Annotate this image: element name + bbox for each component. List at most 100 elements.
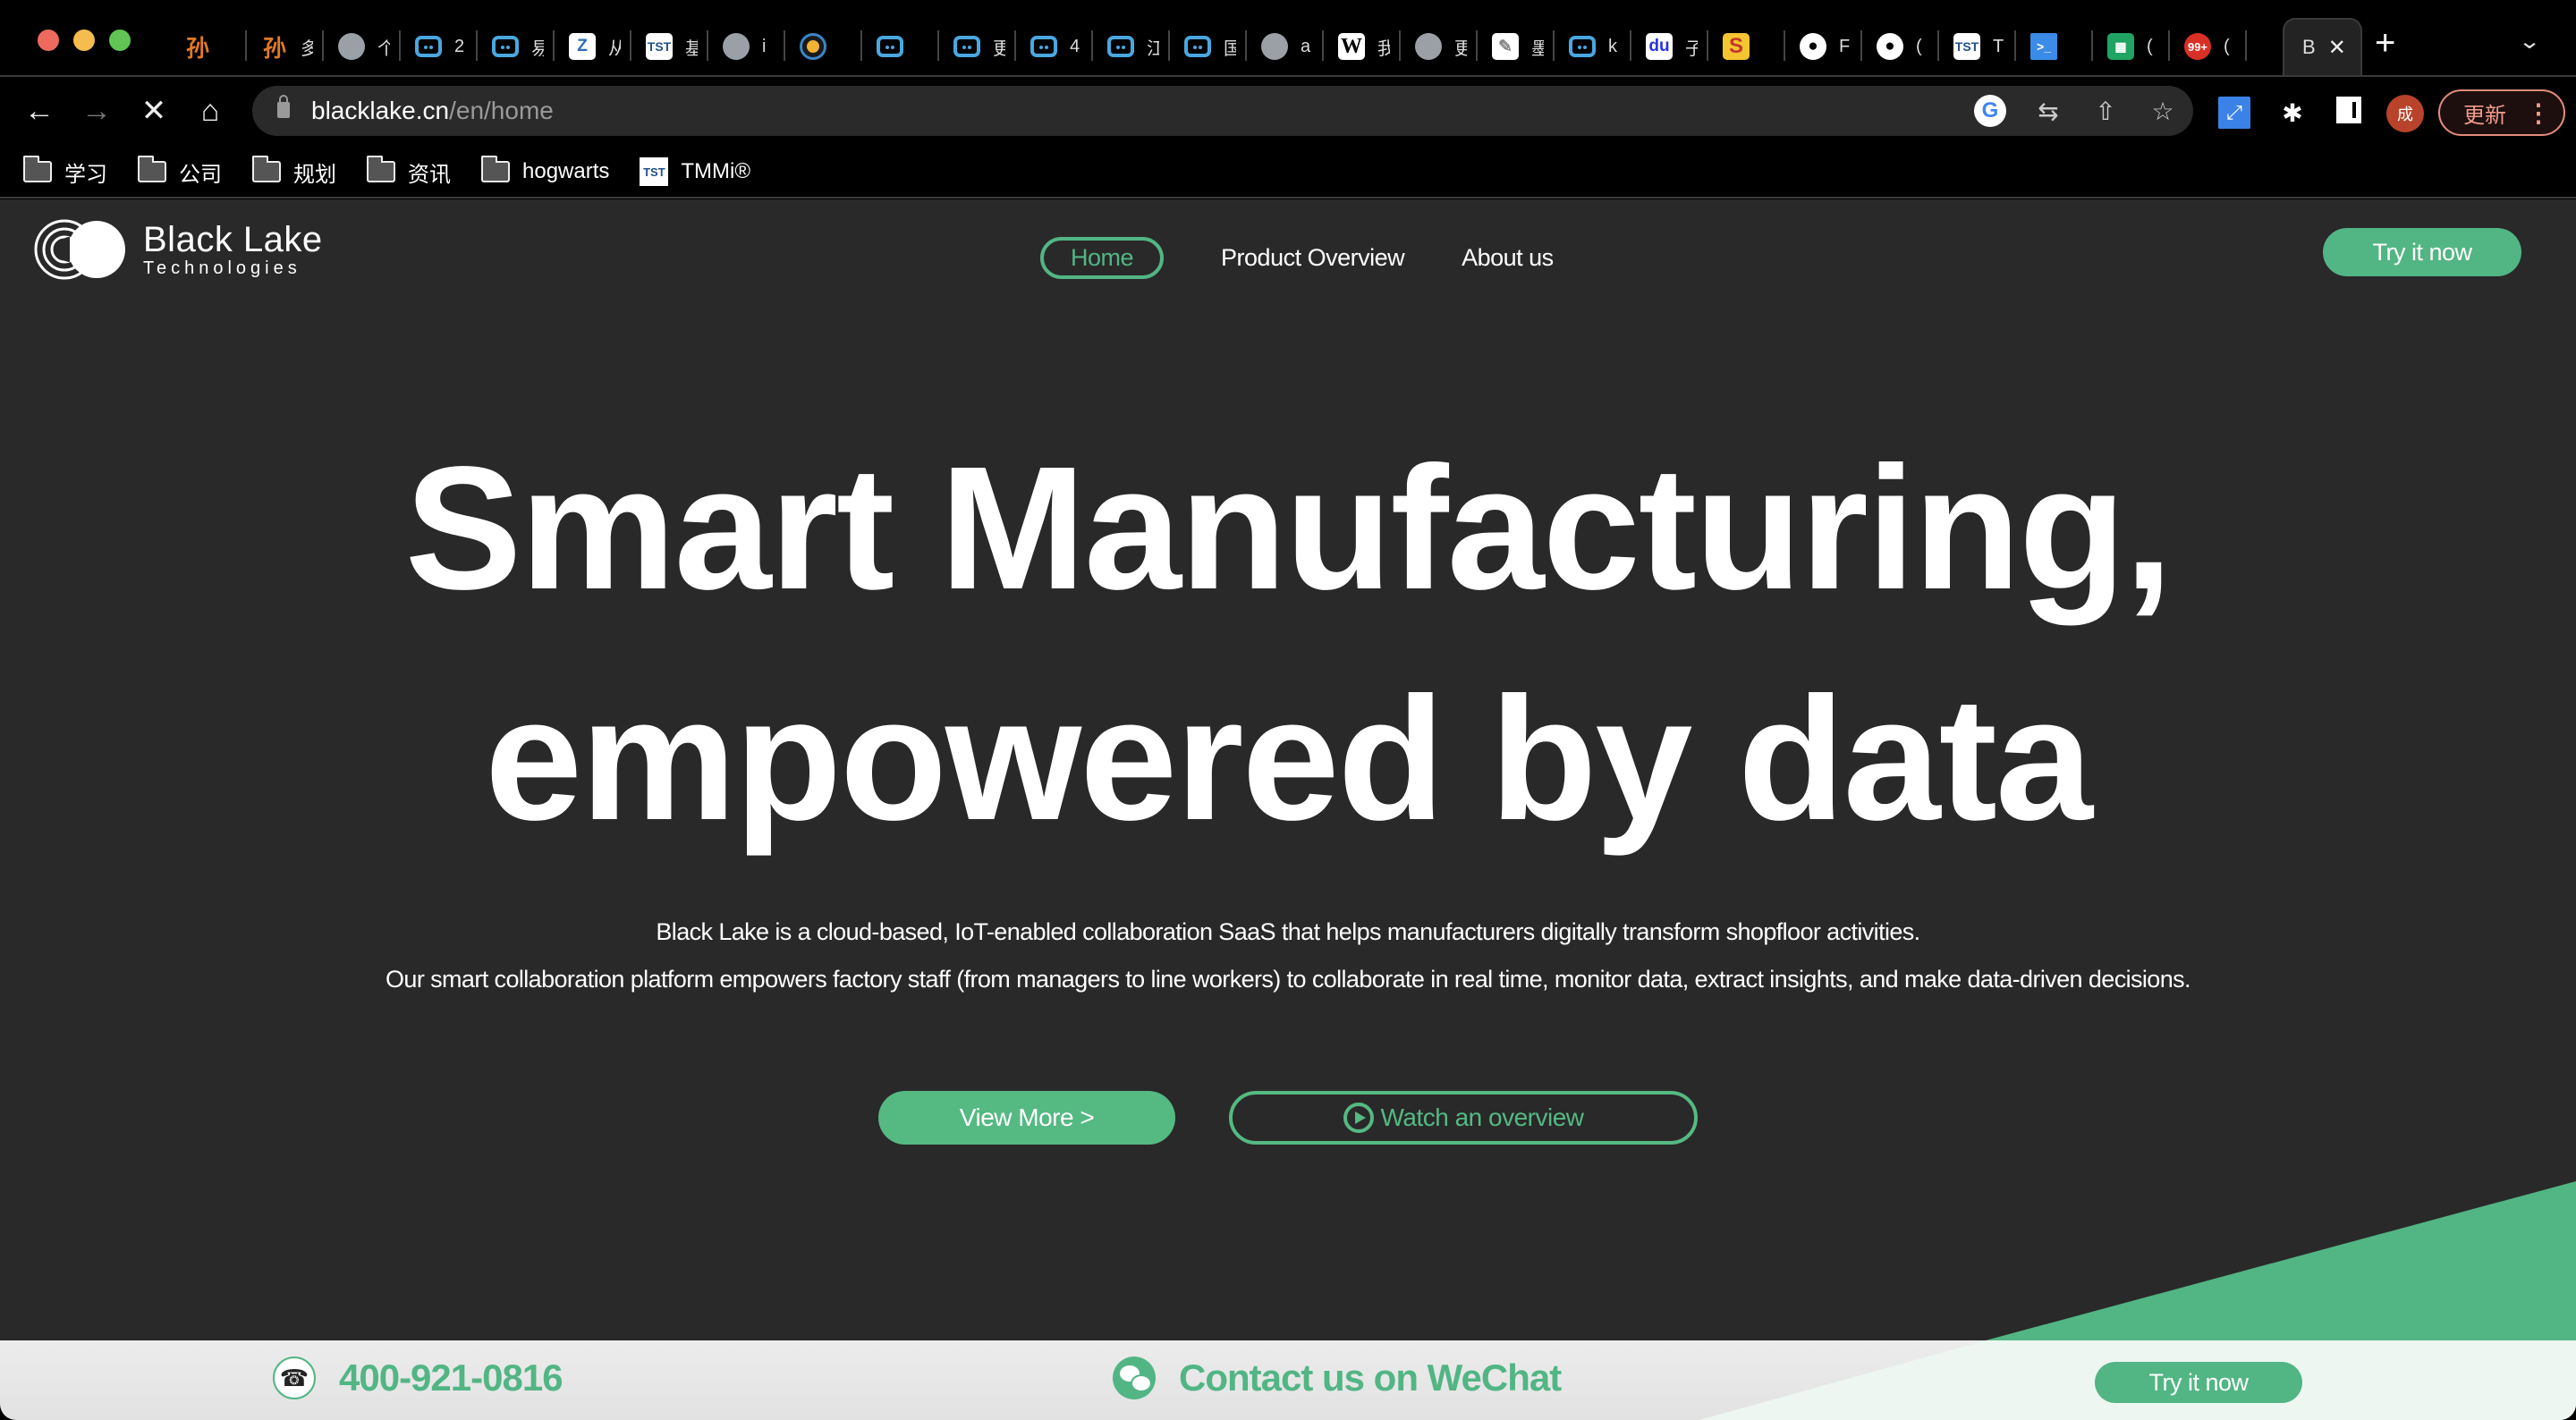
globe-icon [1261,33,1288,60]
tab[interactable]: 易 [478,18,555,75]
bilibili-icon [1107,36,1134,57]
tab[interactable] [785,18,862,75]
black-lake-logo-icon [34,219,125,280]
lock-icon[interactable] [277,95,290,118]
bookmarks-bar: 学习 公司 规划 资讯 hogwarts TST TMMi® [0,147,2576,199]
window-zoom-button[interactable] [109,30,131,51]
tab[interactable]: ✎ 墨 [1478,18,1555,75]
tab[interactable]: du 子 [1631,18,1708,75]
tab[interactable]: S [1708,18,1785,75]
hero-title-line2: empowered by data [485,661,2093,857]
hero-title-line1: Smart Manufacturing, [404,430,2174,626]
tst-icon: TST [640,157,669,186]
wikipedia-icon: W [1338,33,1365,60]
tab[interactable]: i [708,18,785,75]
bookmark-folder[interactable]: 资讯 [367,156,451,188]
tab-list: 孙孙多个 2 易 Z 从 TST 基 i 更 4 江国 a W 我更 ✎ 墨 k du 子 S ● F ●(TST T >_ ▦(… [170,18,2247,75]
hero-description-line1: Black Lake is a cloud-based, IoT-enabled… [656,918,1920,945]
bookmark-folder[interactable]: 规划 [252,156,336,188]
address-bar[interactable]: blacklake.cn/en/home G ⇆ ⇧ ☆ [252,86,2193,136]
wechat-contact-label[interactable]: Contact us on WeChat [1179,1357,1562,1399]
tab[interactable]: TST T [1939,18,2016,75]
window-minimize-button[interactable] [73,30,95,51]
tab-title: ( [1916,36,1922,56]
tab-active[interactable]: B ✕ [2283,18,2362,75]
phone-number[interactable]: 400-921-0816 [339,1357,564,1399]
tab[interactable]: 个 [324,18,401,75]
tab[interactable]: 更 [939,18,1016,75]
tab[interactable]: 孙多 [247,18,324,75]
tab-title: 更 [993,38,1005,59]
tab[interactable]: 孙 [170,18,247,75]
window-close-button[interactable] [38,30,59,51]
tab[interactable]: 江 [1093,18,1170,75]
google-lens-icon[interactable]: G [1974,95,2006,127]
tab[interactable]: a [1247,18,1324,75]
tab[interactable]: 4 [1016,18,1093,75]
tab[interactable]: >_ [2016,18,2093,75]
tab[interactable] [862,18,939,75]
phone-icon: ☎ [273,1357,316,1399]
extensions-puzzle-icon[interactable]: ✱ [2276,97,2309,129]
bookmark-item[interactable]: TST TMMi® [640,157,750,186]
tab[interactable]: 国 [1170,18,1247,75]
view-more-button[interactable]: View More > [878,1091,1175,1145]
tab[interactable]: k [1555,18,1631,75]
zen-icon: Z [569,33,596,60]
tab[interactable]: ▦( [2093,18,2170,75]
tab[interactable]: ● F [1785,18,1862,75]
tab-title: ( [2224,36,2230,56]
folder-icon [252,156,281,182]
side-panel-icon[interactable] [2336,97,2361,123]
baidu-icon: du [1646,33,1673,60]
nav-home[interactable]: Home [1040,237,1165,279]
browser-tab-strip: 孙孙多个 2 易 Z 从 TST 基 i 更 4 江国 a W 我更 ✎ 墨 k du 子 S ● F ●(TST T >_ ▦(… [0,0,2576,75]
home-button[interactable]: ⌂ [192,93,228,129]
bookmark-folder[interactable]: 学习 [23,156,107,188]
watch-overview-label: Watch an overview [1380,1103,1585,1131]
window-resizer-extension-icon[interactable]: ⤢ [2218,97,2250,129]
stop-loading-button[interactable]: ✕ [136,93,172,129]
tab[interactable]: W我 [1324,18,1401,75]
forward-button[interactable]: → [79,93,114,129]
url-path: /en/home [449,97,554,124]
tab-search-chevron-icon[interactable]: ⌄ [2518,29,2541,55]
phone-contact[interactable]: ☎ 400-921-0816 [273,1357,564,1399]
bookmark-folder[interactable]: hogwarts [481,156,609,184]
try-it-now-bottom-button[interactable]: Try it now [2095,1362,2302,1403]
tab-title: 我 [1377,38,1390,59]
tab-title: ( [2147,36,2153,56]
tab-title: 个 [377,38,390,59]
menu-kebab-icon[interactable]: ⋮ [2526,98,2551,128]
try-it-now-button[interactable]: Try it now [2323,228,2521,276]
update-button[interactable]: 更新 ⋮ [2438,89,2565,136]
tab-title: k [1608,36,1617,56]
tab-close-icon[interactable]: ✕ [2328,35,2346,61]
tab[interactable]: 99+ ( [2170,18,2247,75]
github-icon: ● [1877,33,1903,60]
nav-about-us[interactable]: About us [1462,244,1554,272]
tab[interactable]: TST 基 [631,18,708,75]
bilibili-icon [877,36,903,57]
bilibili-icon [1030,36,1057,57]
profile-avatar[interactable]: 成 [2386,95,2424,132]
wechat-contact[interactable]: Contact us on WeChat [1113,1357,1562,1399]
tab[interactable]: ●( [1862,18,1939,75]
tab[interactable]: 更 [1401,18,1478,75]
watch-overview-button[interactable]: Watch an overview [1229,1091,1698,1145]
nav-product-overview[interactable]: Product Overview [1221,244,1405,272]
tab[interactable]: 2 [401,18,478,75]
url-host: blacklake.cn [311,97,450,124]
bookmark-folder[interactable]: 公司 [138,156,222,188]
back-button[interactable]: ← [21,93,57,129]
share-icon[interactable]: ⇧ [2089,95,2122,127]
bilibili-icon [415,36,442,57]
site-logo[interactable]: Black Lake Technologies [34,219,323,280]
tab[interactable]: Z从 [555,18,631,75]
tab-title: 从 [608,38,621,59]
bookmark-star-icon[interactable]: ☆ [2147,95,2179,127]
new-tab-button[interactable]: + [2375,23,2395,63]
tab-title: 基 [685,38,698,59]
translate-icon[interactable]: ⇆ [2032,95,2064,127]
url-text[interactable]: blacklake.cn/en/home [311,97,554,125]
